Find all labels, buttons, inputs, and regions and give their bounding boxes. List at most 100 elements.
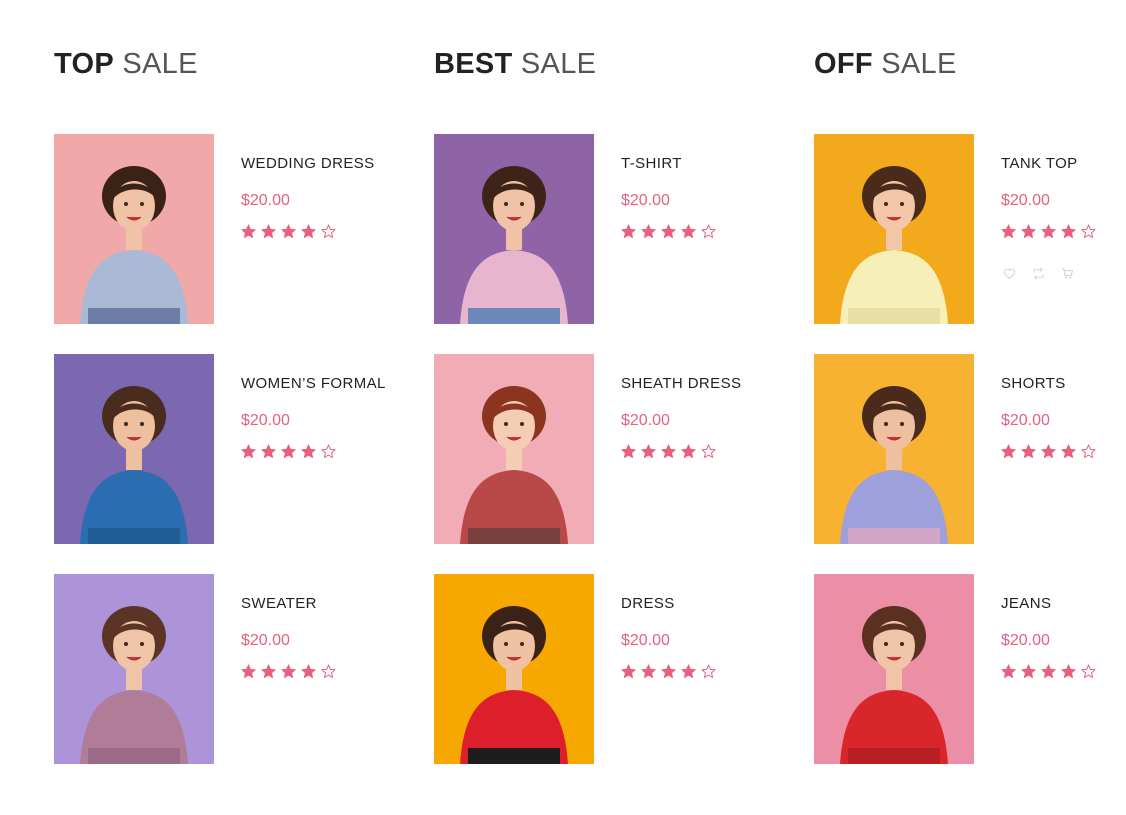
- model-photo: [814, 574, 974, 764]
- section-title: OFF SALE: [814, 48, 957, 81]
- star-filled-icon: [621, 444, 636, 458]
- heart-icon[interactable]: [1003, 267, 1016, 280]
- section-title-strong: TOP: [54, 48, 114, 80]
- product-name[interactable]: DRESS: [621, 595, 675, 612]
- star-filled-icon: [1001, 444, 1016, 458]
- product-price: $20.00: [621, 192, 670, 209]
- star-filled-icon: [661, 224, 676, 238]
- star-filled-icon: [681, 664, 696, 678]
- section-title-strong: BEST: [434, 48, 513, 80]
- star-filled-icon: [641, 444, 656, 458]
- star-filled-icon: [1061, 224, 1076, 238]
- product-card: WOMEN’S FORMAL $20.00: [54, 354, 414, 544]
- star-filled-icon: [261, 444, 276, 458]
- rating-stars: [621, 444, 716, 459]
- star-filled-icon: [621, 224, 636, 238]
- product-image[interactable]: [54, 574, 214, 764]
- product-price: $20.00: [241, 412, 290, 429]
- star-filled-icon: [641, 664, 656, 678]
- product-card: SWEATER $20.00: [54, 574, 414, 764]
- star-filled-icon: [661, 664, 676, 678]
- star-filled-icon: [301, 664, 316, 678]
- star-filled-icon: [241, 444, 256, 458]
- star-filled-icon: [1041, 444, 1056, 458]
- product-card: T-SHIRT $20.00: [434, 134, 794, 324]
- star-filled-icon: [621, 664, 636, 678]
- product-image[interactable]: [814, 134, 974, 324]
- star-empty-icon: [321, 224, 336, 238]
- product-price: $20.00: [621, 632, 670, 649]
- section-title-strong: OFF: [814, 48, 873, 80]
- star-empty-icon: [1081, 664, 1096, 678]
- star-empty-icon: [701, 664, 716, 678]
- section-title-light: SALE: [520, 48, 597, 80]
- product-price: $20.00: [241, 192, 290, 209]
- product-image[interactable]: [434, 354, 594, 544]
- product-actions: [1003, 267, 1074, 280]
- product-image[interactable]: [434, 574, 594, 764]
- product-name[interactable]: WOMEN’S FORMAL: [241, 375, 386, 392]
- model-photo: [54, 574, 214, 764]
- model-photo: [814, 134, 974, 324]
- star-filled-icon: [1061, 444, 1076, 458]
- cart-icon[interactable]: [1061, 267, 1074, 280]
- star-filled-icon: [241, 224, 256, 238]
- star-filled-icon: [1061, 664, 1076, 678]
- star-empty-icon: [1081, 444, 1096, 458]
- model-photo: [434, 134, 594, 324]
- star-empty-icon: [701, 224, 716, 238]
- star-filled-icon: [681, 444, 696, 458]
- star-filled-icon: [1041, 664, 1056, 678]
- star-filled-icon: [301, 444, 316, 458]
- model-photo: [54, 134, 214, 324]
- star-empty-icon: [321, 444, 336, 458]
- rating-stars: [1001, 664, 1096, 679]
- product-price: $20.00: [621, 412, 670, 429]
- product-image[interactable]: [814, 354, 974, 544]
- star-filled-icon: [1041, 224, 1056, 238]
- star-filled-icon: [261, 664, 276, 678]
- product-name[interactable]: SHORTS: [1001, 375, 1066, 392]
- star-filled-icon: [641, 224, 656, 238]
- star-filled-icon: [1001, 224, 1016, 238]
- section-title: BEST SALE: [434, 48, 596, 81]
- star-filled-icon: [241, 664, 256, 678]
- compare-icon[interactable]: [1032, 267, 1045, 280]
- rating-stars: [1001, 444, 1096, 459]
- rating-stars: [241, 444, 336, 459]
- product-name[interactable]: JEANS: [1001, 595, 1051, 612]
- star-filled-icon: [681, 224, 696, 238]
- star-filled-icon: [1021, 444, 1036, 458]
- product-name[interactable]: WEDDING DRESS: [241, 155, 375, 172]
- star-empty-icon: [1081, 224, 1096, 238]
- star-filled-icon: [661, 444, 676, 458]
- product-price: $20.00: [1001, 632, 1050, 649]
- section-title-light: SALE: [122, 48, 198, 80]
- model-photo: [434, 574, 594, 764]
- product-name[interactable]: SWEATER: [241, 595, 317, 612]
- rating-stars: [241, 664, 336, 679]
- product-card: JEANS $20.00: [814, 574, 1126, 764]
- product-image[interactable]: [434, 134, 594, 324]
- rating-stars: [1001, 224, 1096, 239]
- product-card: WEDDING DRESS $20.00: [54, 134, 414, 324]
- product-image[interactable]: [814, 574, 974, 764]
- rating-stars: [621, 224, 716, 239]
- product-price: $20.00: [241, 632, 290, 649]
- star-filled-icon: [1021, 664, 1036, 678]
- section-title: TOP SALE: [54, 48, 198, 81]
- product-card: DRESS $20.00: [434, 574, 794, 764]
- product-image[interactable]: [54, 134, 214, 324]
- product-name[interactable]: T-SHIRT: [621, 155, 682, 172]
- star-filled-icon: [1001, 664, 1016, 678]
- product-name[interactable]: TANK TOP: [1001, 155, 1078, 172]
- star-empty-icon: [321, 664, 336, 678]
- product-card: SHEATH DRESS $20.00: [434, 354, 794, 544]
- product-name[interactable]: SHEATH DRESS: [621, 375, 741, 392]
- star-empty-icon: [701, 444, 716, 458]
- product-price: $20.00: [1001, 192, 1050, 209]
- model-photo: [814, 354, 974, 544]
- product-image[interactable]: [54, 354, 214, 544]
- model-photo: [434, 354, 594, 544]
- star-filled-icon: [301, 224, 316, 238]
